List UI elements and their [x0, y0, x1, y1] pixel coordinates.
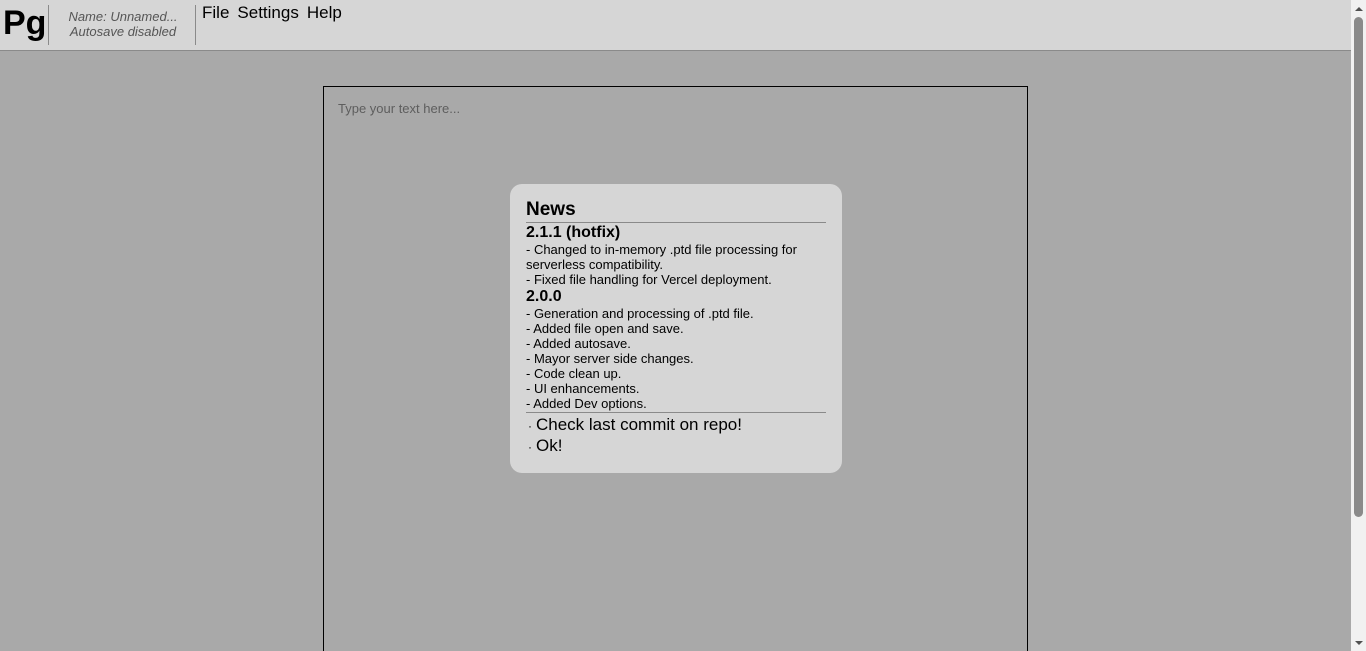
- ok-label: Ok!: [536, 436, 563, 455]
- release-change: - Generation and processing of .ptd file…: [526, 306, 754, 321]
- page-scrollbar[interactable]: [1351, 0, 1366, 651]
- news-title: News: [526, 199, 826, 223]
- scroll-up-button[interactable]: [1351, 0, 1366, 17]
- menu-file[interactable]: File: [202, 3, 229, 23]
- triangle-down-icon: [1354, 640, 1363, 645]
- toolbar-divider: [48, 5, 49, 45]
- menu-settings[interactable]: Settings: [237, 3, 298, 23]
- release-change: - Fixed file handling for Vercel deploym…: [526, 272, 772, 287]
- release-change: - Added autosave.: [526, 336, 631, 351]
- app-logo: Pg: [3, 4, 47, 42]
- check-commit-link[interactable]: · Check last commit on repo!: [526, 415, 826, 436]
- scrollbar-thumb[interactable]: [1354, 17, 1363, 517]
- ok-button[interactable]: · Ok!: [526, 436, 826, 457]
- menu-bar: File Settings Help: [202, 3, 342, 23]
- bullet-icon: ·: [528, 419, 532, 433]
- release-version: 2.0.0: [526, 288, 562, 305]
- release-change: - Added Dev options.: [526, 396, 647, 411]
- release-change: - Mayor server side changes.: [526, 351, 694, 366]
- news-divider: [526, 412, 826, 413]
- toolbar-divider: [195, 5, 196, 45]
- release-change: - Code clean up.: [526, 366, 622, 381]
- news-dialog: News 2.1.1 (hotfix) - Changed to in-memo…: [510, 184, 842, 473]
- file-name: Name: Unnamed...: [68, 9, 178, 24]
- release-change: - Changed to in-memory .ptd file process…: [526, 242, 797, 272]
- scroll-down-button[interactable]: [1351, 634, 1366, 651]
- check-commit-label: Check last commit on repo!: [536, 415, 742, 434]
- release-version: 2.1.1 (hotfix): [526, 224, 621, 241]
- release-change: - Added file open and save.: [526, 321, 684, 336]
- editor-placeholder: Type your text here...: [338, 101, 461, 116]
- release-change: - UI enhancements.: [526, 381, 640, 396]
- file-info: Name: Unnamed... Autosave disabled: [52, 9, 194, 39]
- autosave-status: Autosave disabled: [69, 24, 177, 39]
- top-toolbar: Pg Name: Unnamed... Autosave disabled Fi…: [0, 0, 1351, 51]
- bullet-icon: ·: [528, 440, 532, 454]
- menu-help[interactable]: Help: [307, 3, 342, 23]
- triangle-up-icon: [1354, 6, 1363, 11]
